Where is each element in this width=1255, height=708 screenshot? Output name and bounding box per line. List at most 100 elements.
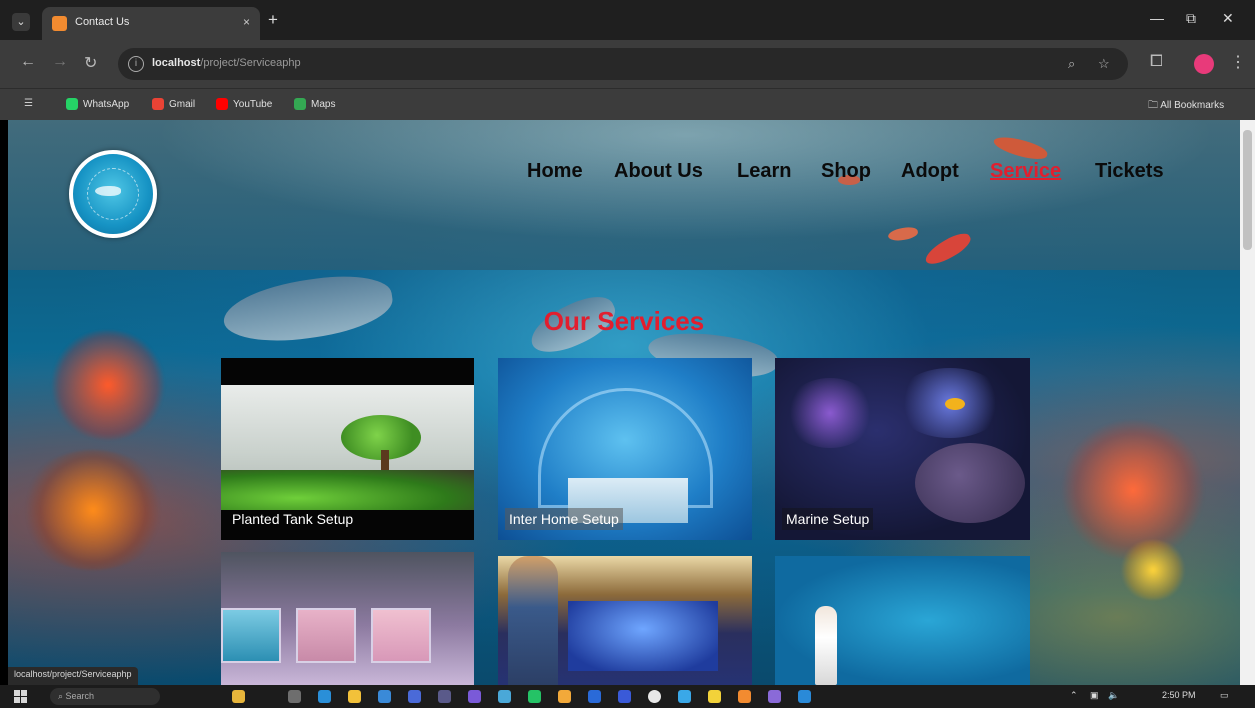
mail-icon[interactable] — [408, 690, 421, 703]
tab-title: Contact Us — [75, 16, 130, 28]
coral-image — [785, 378, 875, 448]
widget-icon[interactable] — [232, 690, 245, 703]
clock[interactable]: 2:50 PM — [1162, 690, 1196, 700]
fish-decoration — [921, 228, 975, 270]
maximize-button[interactable]: ⧉ — [1186, 10, 1196, 27]
forward-arrow-icon[interactable]: → — [52, 53, 68, 71]
profile-avatar[interactable] — [1194, 54, 1214, 74]
app-icon[interactable] — [708, 690, 721, 703]
fish-decoration — [887, 225, 919, 243]
browser-tab-bar: ⌄ Contact Us × + — ⧉ ✕ — [0, 0, 1255, 40]
status-bar-url: localhost/project/Serviceaphp — [8, 667, 138, 685]
bookmark-whatsapp[interactable]: WhatsApp — [66, 98, 129, 110]
bookmarks-bar: ☰ WhatsApp Gmail YouTube Maps 🗀 All Book… — [0, 88, 1255, 120]
coral-decoration — [1058, 420, 1208, 560]
fish-decoration — [991, 133, 1050, 163]
network-icon[interactable]: ▣ — [1090, 690, 1099, 701]
section-title: Our Services — [543, 306, 705, 336]
service-card-planted-tank[interactable]: Planted Tank Setup — [221, 358, 474, 540]
nav-tickets[interactable]: Tickets — [1095, 160, 1164, 183]
tab-close-icon[interactable]: × — [243, 15, 250, 29]
windows-taskbar: ⌕ Search ⌃ ▣ 🔈 2:50 PM ▭ — [0, 685, 1255, 708]
youtube-icon — [216, 98, 228, 110]
service-card-commercial[interactable] — [221, 552, 474, 685]
web-page: Home About Us Learn Shop Adopt Service T… — [8, 120, 1240, 685]
browser-tab[interactable]: Contact Us × — [42, 7, 260, 40]
nav-adopt[interactable]: Adopt — [901, 160, 959, 183]
main-navigation: Home About Us Learn Shop Adopt Service T… — [8, 160, 1240, 190]
favicon-icon — [52, 16, 67, 31]
nav-shop[interactable]: Shop — [821, 160, 871, 183]
app-icon[interactable] — [618, 690, 631, 703]
browser-toolbar: ← → ↻ i localhost/project/Serviceaphp ⌕ … — [0, 40, 1255, 88]
aquarium-window-image — [296, 608, 356, 663]
app-icon[interactable] — [498, 690, 511, 703]
site-info-icon[interactable]: i — [128, 56, 144, 72]
app-icon[interactable] — [678, 690, 691, 703]
coral-decoration — [48, 330, 168, 440]
aquarium-window-image — [221, 608, 281, 663]
url-text: localhost/project/Serviceaphp — [152, 57, 301, 69]
new-tab-button[interactable]: + — [268, 10, 278, 30]
app-icon[interactable] — [468, 690, 481, 703]
maps-icon — [294, 98, 306, 110]
file-explorer-icon[interactable] — [348, 690, 361, 703]
chrome-icon[interactable] — [648, 690, 661, 703]
close-window-button[interactable]: ✕ — [1222, 10, 1234, 27]
scrollbar-thumb[interactable] — [1243, 130, 1252, 250]
tab-search-icon[interactable]: ⌄ — [12, 13, 30, 31]
gmail-icon — [152, 98, 164, 110]
volume-icon[interactable]: 🔈 — [1108, 690, 1119, 701]
site-header: Home About Us Learn Shop Adopt Service T… — [8, 120, 1240, 270]
app-icon[interactable] — [438, 690, 451, 703]
bookmark-star-icon[interactable]: ☆ — [1098, 56, 1110, 72]
diver-image — [815, 606, 837, 685]
bookmark-youtube[interactable]: YouTube — [216, 98, 272, 110]
more-menu-icon[interactable]: ⋮ — [1230, 52, 1246, 72]
app-icon[interactable] — [738, 690, 751, 703]
nav-learn[interactable]: Learn — [737, 160, 791, 183]
service-card-inter-home[interactable]: Inter Home Setup — [498, 358, 752, 540]
live-rock-image — [915, 443, 1025, 523]
service-caption: Inter Home Setup — [505, 508, 623, 530]
app-icon[interactable] — [558, 690, 571, 703]
app-icon[interactable] — [588, 690, 601, 703]
coral-decoration — [18, 450, 168, 570]
back-arrow-icon[interactable]: ← — [20, 53, 36, 71]
task-view-icon[interactable] — [288, 690, 301, 703]
address-bar[interactable]: i localhost/project/Serviceaphp ⌕ ☆ — [118, 48, 1128, 80]
nav-about-us[interactable]: About Us — [614, 160, 703, 183]
nav-home[interactable]: Home — [527, 160, 583, 183]
fish-decoration — [945, 398, 965, 410]
nav-service[interactable]: Service — [990, 160, 1061, 183]
apps-icon[interactable]: ☰ — [24, 98, 33, 109]
service-card-maintenance[interactable] — [498, 556, 752, 685]
minimize-button[interactable]: — — [1150, 10, 1164, 26]
start-button[interactable] — [14, 690, 27, 703]
aquarium-window-image — [371, 608, 431, 663]
planted-tank-image — [221, 385, 474, 510]
moss-shape — [221, 470, 474, 510]
page-scrollbar[interactable] — [1240, 120, 1255, 685]
service-card-diving[interactable] — [775, 556, 1030, 685]
all-bookmarks-folder[interactable]: 🗀 All Bookmarks — [1148, 98, 1224, 115]
tray-chevron-icon[interactable]: ⌃ — [1070, 690, 1078, 701]
aquarium-glass-image — [568, 601, 718, 671]
app-icon[interactable] — [798, 690, 811, 703]
edge-icon[interactable] — [318, 690, 331, 703]
reload-icon[interactable]: ↻ — [84, 53, 97, 73]
app-icon[interactable] — [768, 690, 781, 703]
service-caption: Planted Tank Setup — [232, 511, 354, 527]
whatsapp-taskbar-icon[interactable] — [528, 690, 541, 703]
whatsapp-icon — [66, 98, 78, 110]
store-icon[interactable] — [378, 690, 391, 703]
zoom-icon[interactable]: ⌕ — [1068, 56, 1075, 72]
bookmark-gmail[interactable]: Gmail — [152, 98, 195, 110]
tropical-fish-decoration — [1118, 540, 1188, 600]
notification-icon[interactable]: ▭ — [1220, 690, 1229, 701]
service-card-marine[interactable]: Marine Setup — [775, 358, 1030, 540]
service-caption: Marine Setup — [782, 508, 874, 530]
bookmark-maps[interactable]: Maps — [294, 98, 335, 110]
extensions-icon[interactable]: ⧠ — [1150, 53, 1163, 71]
taskbar-search[interactable]: ⌕ Search — [50, 688, 160, 705]
